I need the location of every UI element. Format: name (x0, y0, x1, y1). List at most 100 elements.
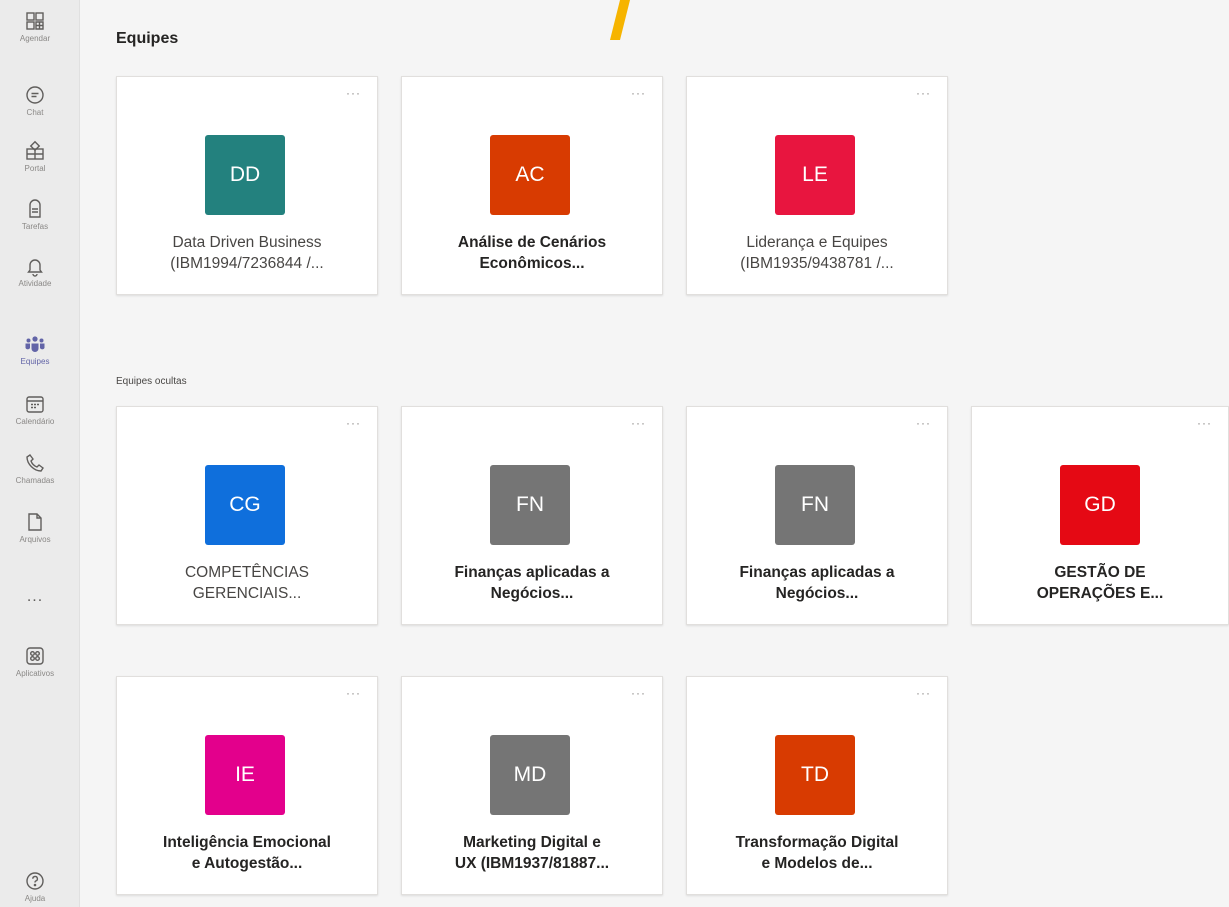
file-icon (28, 513, 42, 531)
team-initials: LE (802, 163, 828, 186)
page-title: Equipes (116, 30, 179, 47)
team-initials: GD (1084, 493, 1116, 516)
more-options-icon[interactable]: ··· (631, 417, 646, 429)
help-icon (26, 872, 44, 890)
team-card[interactable]: ··· AC Análise de Cenários Econômicos... (401, 76, 663, 295)
team-avatar: LE (775, 135, 855, 215)
rail-item-arquivos[interactable]: Arquivos (0, 511, 70, 544)
rail-item-ajuda[interactable]: Ajuda (0, 870, 70, 903)
team-card[interactable]: ··· DD Data Driven Business (IBM1994/7236… (116, 76, 378, 295)
rail-item-equipes[interactable]: Equipes (0, 333, 70, 366)
team-avatar: TD (775, 735, 855, 815)
team-avatar: GD (1060, 465, 1140, 545)
team-name-line2: GERENCIAIS... (192, 585, 302, 602)
teams-icon (25, 336, 45, 352)
team-name-line2: (IBM1935/9438781 /... (740, 255, 894, 272)
rail-label: Arquivos (19, 535, 51, 544)
more-options-icon[interactable]: ··· (346, 417, 361, 429)
team-initials: IE (235, 763, 255, 786)
team-name: Finanças aplicadas a Negócios... (699, 562, 935, 604)
team-name-line1: Finanças aplicadas a (454, 564, 610, 581)
team-initials: FN (801, 493, 829, 516)
hidden-team-card[interactable]: ··· IE Inteligência Emocional e Autogestã… (116, 676, 378, 895)
more-options-icon[interactable]: ··· (631, 87, 646, 99)
team-name-line2: UX (IBM1937/81887... (454, 855, 610, 872)
team-name-line2: Negócios... (490, 585, 574, 602)
more-options-icon[interactable]: ··· (346, 87, 361, 99)
team-name: Liderança e Equipes (IBM1935/9438781 /... (699, 232, 935, 274)
more-options-icon[interactable]: ··· (916, 87, 931, 99)
hidden-team-card[interactable]: ··· TD Transformação Digital e Modelos de… (686, 676, 948, 895)
rail-label: Aplicativos (15, 669, 55, 678)
accent-mark (610, 0, 630, 40)
team-name-line2: Negócios... (775, 585, 859, 602)
rail-item-aplicativos[interactable]: Aplicativos (0, 645, 70, 678)
hidden-team-card[interactable]: ··· MD Marketing Digital e UX (IBM1937/81… (401, 676, 663, 895)
more-options-icon[interactable]: ··· (346, 687, 361, 699)
rail-label: Ajuda (24, 894, 46, 903)
team-name: Análise de Cenários Econômicos... (414, 232, 650, 274)
rail-label: Calendário (15, 417, 55, 426)
team-name: Data Driven Business (IBM1994/7236844 /..… (129, 232, 365, 274)
team-avatar: IE (205, 735, 285, 815)
team-card[interactable]: ··· LE Liderança e Equipes (IBM1935/94387… (686, 76, 948, 295)
apps-icon (26, 647, 44, 665)
team-name: Inteligência Emocional e Autogestão... (129, 832, 365, 874)
team-initials: AC (515, 163, 545, 186)
chat-icon (26, 86, 44, 104)
calendar-icon (26, 396, 44, 413)
hidden-team-card[interactable]: ··· GD GESTÃO DE OPERAÇÕES E... (971, 406, 1229, 625)
rail-label: Chamadas (15, 476, 55, 485)
hidden-team-card[interactable]: ··· FN Finanças aplicadas a Negócios... (401, 406, 663, 625)
more-options-icon[interactable]: ··· (916, 687, 931, 699)
team-initials: TD (801, 763, 829, 786)
team-name-line2: Econômicos... (479, 255, 585, 272)
team-avatar: CG (205, 465, 285, 545)
team-name-line1: Transformação Digital (735, 834, 899, 851)
team-avatar: FN (490, 465, 570, 545)
more-options-icon[interactable]: ··· (1197, 417, 1212, 429)
tasks-icon (29, 199, 41, 218)
hidden-team-card[interactable]: ··· FN Finanças aplicadas a Negócios... (686, 406, 948, 625)
app-rail: Agendar Chat Portal Tarefas Atividade Eq… (0, 0, 80, 907)
team-name: Transformação Digital e Modelos de... (699, 832, 935, 874)
team-initials: DD (229, 163, 261, 186)
rail-item-portal[interactable]: Portal (0, 140, 70, 173)
rail-item-agendar[interactable]: Agendar (0, 10, 70, 43)
rail-label: Agendar (19, 34, 51, 43)
team-initials: FN (516, 493, 544, 516)
more-options-icon[interactable]: ··· (916, 417, 931, 429)
rail-item-calendario[interactable]: Calendário (0, 393, 70, 426)
team-name-line1: Data Driven Business (172, 234, 322, 251)
rail-label: Chat (26, 108, 44, 117)
team-name-line1: GESTÃO DE (1054, 564, 1146, 581)
rail-label: Portal (24, 164, 46, 173)
more-options-icon[interactable]: ··· (631, 687, 646, 699)
rail-label: Equipes (20, 357, 50, 366)
team-name-line2: e Autogestão... (191, 855, 303, 872)
calendar-grid-icon (26, 12, 44, 30)
rail-item-chamadas[interactable]: Chamadas (0, 452, 70, 485)
team-name-line1: Inteligência Emocional (163, 834, 331, 851)
hidden-team-card[interactable]: ··· CG COMPETÊNCIAS GERENCIAIS... (116, 406, 378, 625)
team-name-line1: Finanças aplicadas a (739, 564, 895, 581)
rail-item-atividade[interactable]: Atividade (0, 255, 70, 288)
rail-label: Atividade (18, 279, 52, 288)
team-name-line1: Análise de Cenários (457, 234, 607, 251)
hidden-teams-heading[interactable]: Equipes ocultas (116, 376, 187, 387)
team-name: Marketing Digital e UX (IBM1937/81887... (414, 832, 650, 874)
portal-icon (26, 140, 44, 160)
rail-item-tarefas[interactable]: Tarefas (0, 198, 70, 231)
team-name-line2: (IBM1994/7236844 /... (170, 255, 324, 272)
team-initials: MD (513, 763, 547, 786)
team-name: GESTÃO DE OPERAÇÕES E... (984, 562, 1216, 604)
team-avatar: DD (205, 135, 285, 215)
team-name-line1: COMPETÊNCIAS (184, 564, 309, 581)
rail-item-more[interactable]: ... (0, 588, 70, 606)
team-name: Finanças aplicadas a Negócios... (414, 562, 650, 604)
rail-item-chat[interactable]: Chat (0, 84, 70, 117)
phone-icon (26, 454, 44, 472)
team-name-line1: Liderança e Equipes (746, 234, 888, 251)
team-avatar: MD (490, 735, 570, 815)
rail-label: Tarefas (21, 222, 49, 231)
